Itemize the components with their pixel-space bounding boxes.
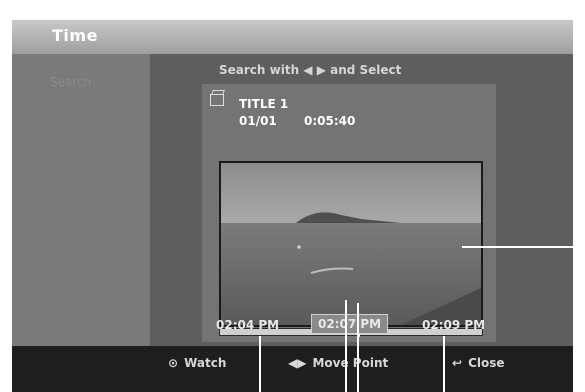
end-time: 02:09 PM [422, 318, 486, 332]
callout-line-start [259, 336, 261, 392]
callout-line-preview [462, 246, 578, 248]
instruction-text: Search with ◀ ▶ and Select [219, 63, 402, 77]
callout-line-end [443, 336, 445, 392]
start-time: 02:04 PM [216, 318, 280, 332]
clapperboard-icon [210, 94, 224, 106]
time-search-screen: Time Search Search with ◀ ▶ and Select T… [0, 0, 585, 392]
callout-line-marker [345, 300, 347, 392]
move-point-label: Move Point [312, 356, 389, 370]
close-label: Close [468, 356, 505, 370]
move-point-button[interactable]: ◀▶ Move Point [288, 356, 388, 370]
card-date: 01/01 [239, 114, 277, 128]
card-title: TITLE 1 [239, 97, 289, 111]
callout-line-selected [357, 303, 359, 392]
dialog-frame: Time Search Search with ◀ ▶ and Select T… [12, 20, 573, 392]
close-button[interactable]: ↩ Close [452, 356, 505, 370]
selected-time[interactable]: 02:07 PM [311, 314, 389, 334]
card-duration: 0:05:40 [304, 114, 356, 128]
left-right-arrows-icon: ◀▶ [288, 356, 307, 370]
page-title: Time [52, 26, 98, 45]
time-row: 02:04 PM 02:07 PM 02:09 PM [150, 300, 573, 346]
side-menu: Search [12, 54, 150, 346]
sidebar-item-search[interactable]: Search [50, 75, 91, 89]
title-bar: Time [12, 20, 573, 54]
watch-label: Watch [184, 356, 227, 370]
bottom-bar: ⊙ Watch ◀▶ Move Point ↩ Close [12, 346, 573, 392]
return-icon: ↩ [452, 356, 463, 370]
disc-icon: ⊙ [168, 356, 179, 370]
watch-button[interactable]: ⊙ Watch [168, 356, 226, 370]
